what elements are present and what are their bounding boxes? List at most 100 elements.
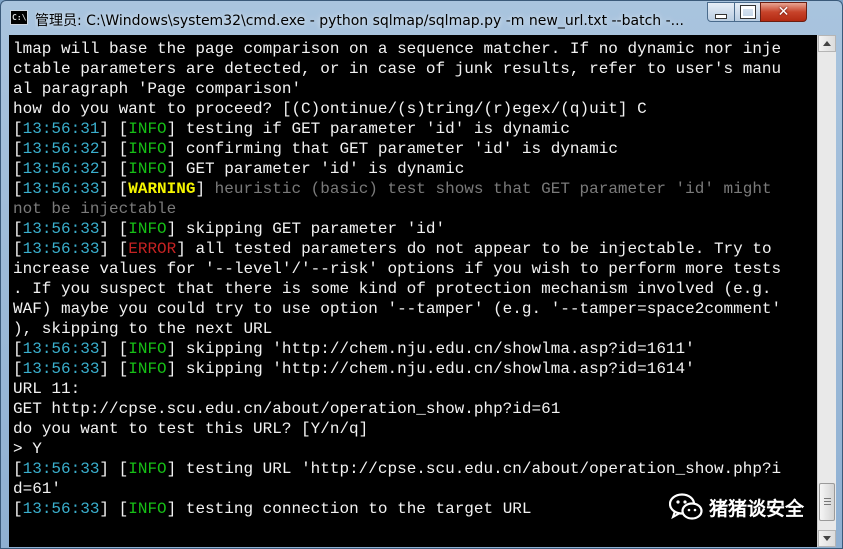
console-text: ), skipping to the next URL xyxy=(13,320,273,338)
bracket: ] xyxy=(166,340,177,358)
log-level: INFO xyxy=(128,140,167,158)
bracket: [ xyxy=(13,180,23,198)
maximize-button[interactable] xyxy=(734,2,761,22)
console-text: ctable parameters are detected, or in ca… xyxy=(13,60,782,78)
bracket: ] [ xyxy=(99,240,129,258)
bracket: [ xyxy=(13,140,23,158)
log-level: INFO xyxy=(128,360,167,378)
log-message: testing if GET parameter 'id' is dynamic xyxy=(176,120,570,138)
log-level: INFO xyxy=(128,120,167,138)
log-message: testing connection to the target URL xyxy=(176,500,532,518)
log-message: GET parameter 'id' is dynamic xyxy=(176,160,465,178)
console-line: not be injectable xyxy=(13,199,817,219)
log-level: INFO xyxy=(128,220,167,238)
minimize-button[interactable] xyxy=(707,2,735,22)
log-message: testing URL 'http://cpse.scu.edu.cn/abou… xyxy=(176,460,782,478)
console-line: [13:56:32] [INFO] confirming that GET pa… xyxy=(13,139,817,159)
console-line: ), skipping to the next URL xyxy=(13,319,817,339)
maximize-icon xyxy=(739,5,756,19)
bracket: [ xyxy=(13,120,23,138)
console-line: [13:56:33] [WARNING] heuristic (basic) t… xyxy=(13,179,817,199)
console-lines: lmap will base the page comparison on a … xyxy=(9,35,817,519)
console-line: ctable parameters are detected, or in ca… xyxy=(13,59,817,79)
title-bar[interactable]: C:\ 管理员: C:\Windows\system32\cmd.exe - p… xyxy=(1,1,842,35)
log-level: INFO xyxy=(128,160,167,178)
bracket: ] [ xyxy=(99,460,129,478)
console-line: do you want to test this URL? [Y/n/q] xyxy=(13,419,817,439)
bracket: [ xyxy=(13,240,23,258)
log-timestamp: 13:56:32 xyxy=(22,160,100,178)
console-text: increase values for '--level'/'--risk' o… xyxy=(13,260,782,278)
console-text: lmap will base the page comparison on a … xyxy=(13,40,782,58)
bracket: ] [ xyxy=(99,360,129,378)
scrollbar-thumb[interactable] xyxy=(819,483,835,521)
console-line: [13:56:33] [INFO] skipping GET parameter… xyxy=(13,219,817,239)
log-level: INFO xyxy=(128,460,167,478)
console-line: > Y xyxy=(13,439,817,459)
console-text: GET http://cpse.scu.edu.cn/about/operati… xyxy=(13,400,561,418)
log-message: skipping 'http://chem.nju.edu.cn/showlma… xyxy=(176,340,695,358)
vertical-scrollbar[interactable] xyxy=(817,35,836,547)
bracket: ] [ xyxy=(99,120,129,138)
console-line: increase values for '--level'/'--risk' o… xyxy=(13,259,817,279)
bracket: [ xyxy=(13,160,23,178)
console-line: al paragraph 'Page comparison' xyxy=(13,79,817,99)
wechat-icon xyxy=(669,493,703,520)
log-message: skipping GET parameter 'id' xyxy=(176,220,446,238)
console-text: . If you suspect that there is some kind… xyxy=(13,280,772,298)
console-line: [13:56:33] [INFO] skipping 'http://chem.… xyxy=(13,339,817,359)
bracket: ] [ xyxy=(99,500,129,518)
console-text: WAF) maybe you could try to use option '… xyxy=(13,300,782,318)
bracket: [ xyxy=(13,460,23,478)
log-timestamp: 13:56:33 xyxy=(22,460,100,478)
grip-line xyxy=(824,501,831,502)
console-line: how do you want to proceed? [(C)ontinue/… xyxy=(13,99,817,119)
log-message: skipping 'http://chem.nju.edu.cn/showlma… xyxy=(176,360,695,378)
log-message: all tested parameters do not appear to b… xyxy=(185,240,772,258)
log-timestamp: 13:56:32 xyxy=(22,140,100,158)
bracket: ] xyxy=(166,220,177,238)
console-output[interactable]: lmap will base the page comparison on a … xyxy=(9,35,817,547)
bracket: [ xyxy=(13,360,23,378)
log-timestamp: 13:56:33 xyxy=(22,240,100,258)
arrow-down-icon xyxy=(823,536,831,541)
minimize-icon xyxy=(715,13,727,19)
console-text: how do you want to proceed? [(C)ontinue/… xyxy=(13,100,647,118)
console-line: [13:56:33] [INFO] skipping 'http://chem.… xyxy=(13,359,817,379)
console-line: GET http://cpse.scu.edu.cn/about/operati… xyxy=(13,399,817,419)
bracket: ] xyxy=(195,180,206,198)
log-timestamp: 13:56:33 xyxy=(22,360,100,378)
log-level: WARNING xyxy=(128,180,196,198)
close-button[interactable]: ✕ xyxy=(760,2,807,22)
grip-line xyxy=(824,498,831,499)
bracket: ] xyxy=(166,140,177,158)
bracket: ] xyxy=(166,360,177,378)
console-text: do you want to test this URL? [Y/n/q] xyxy=(13,420,369,438)
console-text: d=61' xyxy=(13,480,62,498)
log-timestamp: 13:56:33 xyxy=(22,500,100,518)
close-icon: ✕ xyxy=(777,4,790,20)
console-text: al paragraph 'Page comparison' xyxy=(13,80,302,98)
bracket: ] [ xyxy=(99,160,129,178)
arrow-up-icon xyxy=(823,41,831,46)
console-line: [13:56:33] [INFO] testing URL 'http://cp… xyxy=(13,459,817,479)
cmd-app-icon[interactable]: C:\ xyxy=(10,10,28,25)
bracket: [ xyxy=(13,220,23,238)
scroll-down-button[interactable] xyxy=(818,530,836,547)
log-timestamp: 13:56:33 xyxy=(22,340,100,358)
log-level: INFO xyxy=(128,340,167,358)
grip-line xyxy=(824,504,831,505)
bracket: ] xyxy=(166,500,177,518)
console-line: WAF) maybe you could try to use option '… xyxy=(13,299,817,319)
cmd-window: C:\ 管理员: C:\Windows\system32\cmd.exe - p… xyxy=(0,0,843,549)
console-text: > Y xyxy=(13,440,42,458)
bracket: [ xyxy=(13,500,23,518)
console-text: URL 11: xyxy=(13,380,81,398)
console-line: [13:56:32] [INFO] GET parameter 'id' is … xyxy=(13,159,817,179)
bracket: ] [ xyxy=(99,180,129,198)
log-message: confirming that GET parameter 'id' is dy… xyxy=(176,140,618,158)
scroll-up-button[interactable] xyxy=(818,35,836,52)
bracket: [ xyxy=(13,340,23,358)
bracket: ] xyxy=(166,120,177,138)
bracket: ] xyxy=(176,240,186,258)
